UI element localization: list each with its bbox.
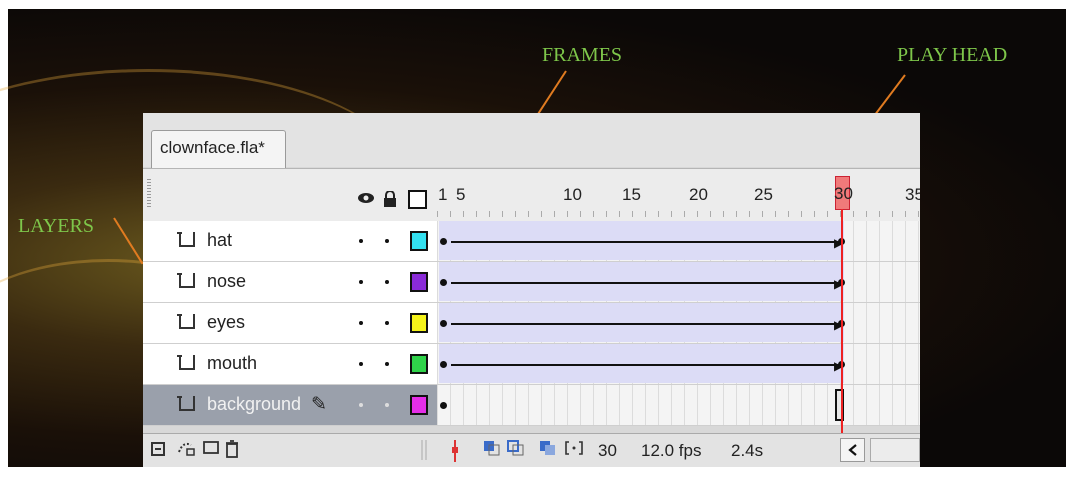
frame-rate[interactable]: 12.0 fps [641,441,702,461]
trash-icon[interactable] [225,440,239,462]
layer-icon [177,232,195,247]
frame-ruler-ticks [437,211,920,217]
modify-onion-markers-icon[interactable] [565,440,583,460]
frame-number: 25 [754,185,773,204]
frame-number: 5 [456,185,466,204]
tab-bar: clownface.fla* [143,113,920,168]
keyframe-start[interactable] [440,320,447,327]
eye-icon[interactable] [357,191,375,210]
visibility-toggle[interactable] [359,321,363,325]
timeline-panel: clownface.fla* 1 5 10 15 20 25 35 hat nose eyes m… [143,113,920,467]
slide: FRAMES PLAY HEAD LAYERS clownface.fla* 1… [0,0,1073,477]
lock-icon[interactable] [383,190,397,212]
layer-row-eyes[interactable]: eyes [143,303,437,344]
layer-row-hat[interactable]: hat [143,221,437,262]
frames-row-nose[interactable]: ▶ [437,262,920,303]
current-frame: 30 [598,441,617,460]
center-frame-icon[interactable] [451,440,459,466]
frame-number: 15 [622,185,641,204]
layer-outline-color[interactable] [410,272,428,292]
visibility-toggle[interactable] [359,280,363,284]
chevron-left-icon[interactable] [840,438,865,462]
layer-outline-color[interactable] [410,395,428,415]
lock-toggle[interactable] [385,280,389,284]
layer-row-mouth[interactable]: mouth [143,344,437,385]
layer-icon [177,396,195,411]
edit-multiple-frames-icon[interactable] [539,440,557,460]
keyframe-start[interactable] [440,402,447,409]
keyframe-start[interactable] [440,238,447,245]
tween-arrow [451,241,839,243]
panel-grip[interactable] [147,179,151,209]
layer-name[interactable]: nose [207,271,246,292]
frame-number: 35 [905,185,920,204]
layer-row-background[interactable]: background ✎ [143,385,437,426]
annotation-play-head: PLAY HEAD [897,44,1008,66]
playhead-line[interactable] [841,209,843,467]
layer-outline-color[interactable] [410,231,428,251]
layer-row-nose[interactable]: nose [143,262,437,303]
layer-name[interactable]: eyes [207,312,245,333]
layer-name[interactable]: hat [207,230,232,251]
lock-toggle[interactable] [385,362,389,366]
frames-row-mouth[interactable]: ▶ [437,344,920,385]
keyframe-start[interactable] [440,279,447,286]
tween-arrow [451,282,839,284]
frames-row-hat[interactable]: ▶ [437,221,920,262]
horizontal-scrollbar[interactable] [870,438,920,462]
layer-icon [177,355,195,370]
layer-icon [177,273,195,288]
annotation-frames: FRAMES [542,44,623,66]
timeline-header: 1 5 10 15 20 25 35 [143,168,920,222]
frame-number: 1 [438,185,448,204]
keyframe-start[interactable] [440,361,447,368]
tween-arrow [451,364,839,366]
frames-row-background[interactable] [437,385,920,426]
divider-grip-icon [421,440,427,464]
layer-outline-color[interactable] [410,313,428,333]
folder-icon[interactable] [203,440,219,458]
lock-toggle[interactable] [385,403,389,407]
layer-icon [177,314,195,329]
motion-guide-icon[interactable] [177,440,195,460]
tween-arrow [451,323,839,325]
visibility-toggle[interactable] [359,362,363,366]
frame-number: 10 [563,185,582,204]
new-layer-icon[interactable] [151,440,167,460]
visibility-toggle[interactable] [359,239,363,243]
frame-number: 20 [689,185,708,204]
lock-toggle[interactable] [385,321,389,325]
frames-row-eyes[interactable]: ▶ [437,303,920,344]
outline-icon[interactable] [408,190,427,209]
elapsed-time: 2.4s [731,441,764,460]
timeline-toolbar: 30 12.0 fps 2.4s [143,433,920,467]
playhead-frame-number: 30 [834,184,853,203]
visibility-toggle[interactable] [359,403,363,407]
onion-skin-icon[interactable] [483,440,501,460]
layer-outline-color[interactable] [410,354,428,374]
document-tab[interactable]: clownface.fla* [151,130,286,168]
annotation-layers: LAYERS [18,215,94,237]
lock-toggle[interactable] [385,239,389,243]
layer-name[interactable]: mouth [207,353,257,374]
layer-name[interactable]: background [207,394,301,415]
onion-skin-outlines-icon[interactable] [507,440,525,460]
pencil-icon: ✎ [311,394,327,415]
